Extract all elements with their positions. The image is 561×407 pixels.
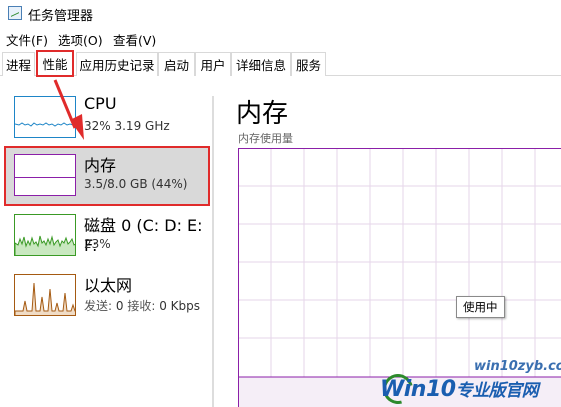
sidebar-item-ethernet[interactable]: 以太网 发送: 0 接收: 0 Kbps <box>4 266 210 326</box>
watermark-url: win10zyb.com <box>474 359 561 374</box>
cpu-thumbnail-graph <box>14 96 76 138</box>
tab-performance[interactable]: 性能 <box>36 50 74 77</box>
receive-value: 0 Kbps <box>159 299 201 313</box>
watermark-logo-sub: 专业版官网 <box>455 381 539 401</box>
sidebar-divider[interactable] <box>212 96 214 407</box>
sidebar-item-disk[interactable]: 磁盘 0 (C: D: E: F: 23% <box>4 206 210 266</box>
menu-bar: 文件(F) 选项(O) 查看(V) <box>0 29 561 49</box>
task-manager-icon <box>8 6 22 20</box>
tab-services[interactable]: 服务 <box>291 52 326 76</box>
tab-app-history[interactable]: 应用历史记录 <box>76 52 158 76</box>
perf-sidebar: CPU 32% 3.19 GHz 内存 3.5/8.0 GB (44%) 磁盘 … <box>0 78 212 407</box>
chart-caption: 内存使用量 <box>238 132 293 145</box>
tab-users[interactable]: 用户 <box>195 52 231 76</box>
menu-file[interactable]: 文件(F) <box>6 30 48 49</box>
tab-processes[interactable]: 进程 <box>2 52 35 76</box>
watermark-logo: Win10专业版官网 <box>380 376 539 402</box>
cpu-title: CPU <box>84 94 117 113</box>
memory-thumbnail-graph <box>14 154 76 196</box>
menu-view[interactable]: 查看(V) <box>113 30 156 49</box>
ethernet-title: 以太网 <box>84 276 133 295</box>
ethernet-throughput: 发送: 0 接收: 0 Kbps <box>84 297 200 314</box>
disk-thumbnail-graph <box>14 214 76 256</box>
page-title: 内存 <box>236 99 289 129</box>
ethernet-thumbnail-graph <box>14 274 76 316</box>
disk-usage: 23% <box>84 237 111 251</box>
tab-startup[interactable]: 启动 <box>158 52 195 76</box>
tab-details[interactable]: 详细信息 <box>231 52 291 76</box>
memory-title: 内存 <box>84 156 117 175</box>
sidebar-item-cpu[interactable]: CPU 32% 3.19 GHz <box>4 88 210 148</box>
title-bar: 任务管理器 <box>0 0 561 28</box>
watermark-logo-main: Win10 <box>380 377 456 402</box>
tab-strip: 进程 性能 应用历史记录 启动 用户 详细信息 服务 <box>0 50 561 77</box>
memory-usage: 3.5/8.0 GB (44%) <box>84 177 188 191</box>
in-use-tooltip: 使用中 <box>456 296 505 318</box>
send-label: 发送: <box>84 299 113 313</box>
receive-label: 接收: <box>127 299 156 313</box>
window-title: 任务管理器 <box>28 9 94 24</box>
sidebar-item-memory[interactable]: 内存 3.5/8.0 GB (44%) <box>4 146 210 206</box>
cpu-usage: 32% 3.19 GHz <box>84 119 170 133</box>
send-value: 0 <box>115 299 124 313</box>
menu-options[interactable]: 选项(O) <box>58 30 103 49</box>
